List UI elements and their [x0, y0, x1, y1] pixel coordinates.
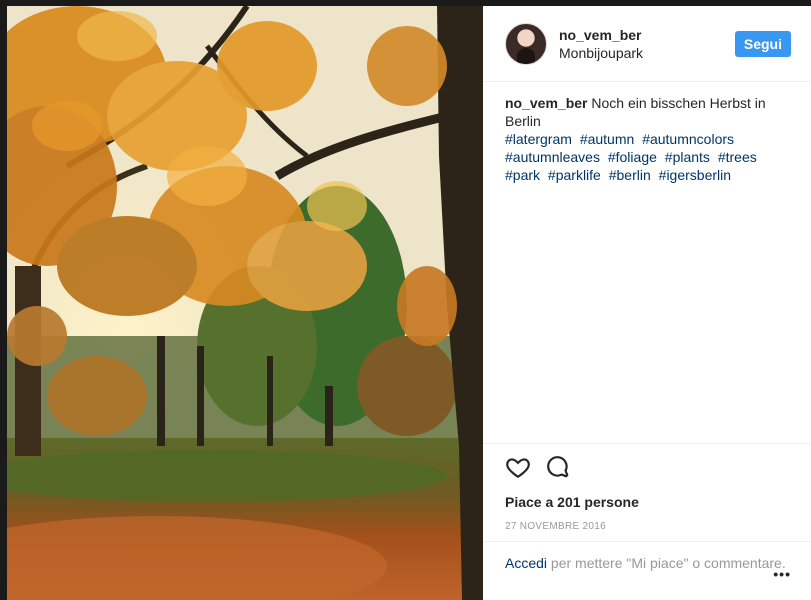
login-link[interactable]: Accedi: [505, 555, 547, 571]
username-link[interactable]: no_vem_ber: [559, 26, 735, 44]
post-date: 27 NOVEMBRE 2016: [505, 521, 606, 532]
hashtag-link[interactable]: #autumn: [580, 131, 634, 147]
header-text: no_vem_ber Monbijoupark: [559, 26, 735, 62]
hashtag-link[interactable]: #plants: [665, 149, 710, 165]
heart-icon[interactable]: [505, 454, 531, 480]
follow-button[interactable]: Segui: [734, 30, 791, 57]
hashtag-link[interactable]: #foliage: [608, 149, 657, 165]
post-sidebar: no_vem_ber Monbijoupark Segui no_vem_ber…: [483, 6, 811, 600]
more-options-icon[interactable]: •••: [773, 566, 791, 582]
caption-username[interactable]: no_vem_ber: [505, 95, 587, 111]
likes-count[interactable]: Piace a 201 persone: [505, 494, 789, 510]
hashtag-link[interactable]: #park: [505, 167, 540, 183]
login-prompt-text: per mettere "Mi piace" o commentare.: [547, 555, 786, 571]
avatar[interactable]: [505, 22, 547, 65]
location-link[interactable]: Monbijoupark: [559, 44, 735, 62]
post-photo[interactable]: [7, 6, 483, 600]
login-prompt: Accedi per mettere "Mi piace" o commenta…: [483, 541, 811, 572]
post-caption: no_vem_ber Noch ein bisschen Herbst in B…: [505, 94, 789, 184]
hashtag-list: #latergram #autumn #autumncolors #autumn…: [505, 130, 789, 184]
comment-icon[interactable]: [545, 454, 571, 480]
hashtag-link[interactable]: #autumncolors: [642, 131, 734, 147]
hashtag-link[interactable]: #trees: [718, 149, 757, 165]
autumn-park-photo: [7, 6, 483, 600]
hashtag-link[interactable]: #berlin: [609, 167, 651, 183]
post-actions: Piace a 201 persone 27 NOVEMBRE 2016: [483, 443, 811, 532]
action-icons: [505, 454, 789, 480]
hashtag-link[interactable]: #autumnleaves: [505, 149, 600, 165]
hashtag-link[interactable]: #igersberlin: [659, 167, 731, 183]
post-header: no_vem_ber Monbijoupark Segui: [483, 6, 811, 82]
hashtag-link[interactable]: #parklife: [548, 167, 601, 183]
hashtag-link[interactable]: #latergram: [505, 131, 572, 147]
post-modal: no_vem_ber Monbijoupark Segui no_vem_ber…: [7, 6, 811, 600]
